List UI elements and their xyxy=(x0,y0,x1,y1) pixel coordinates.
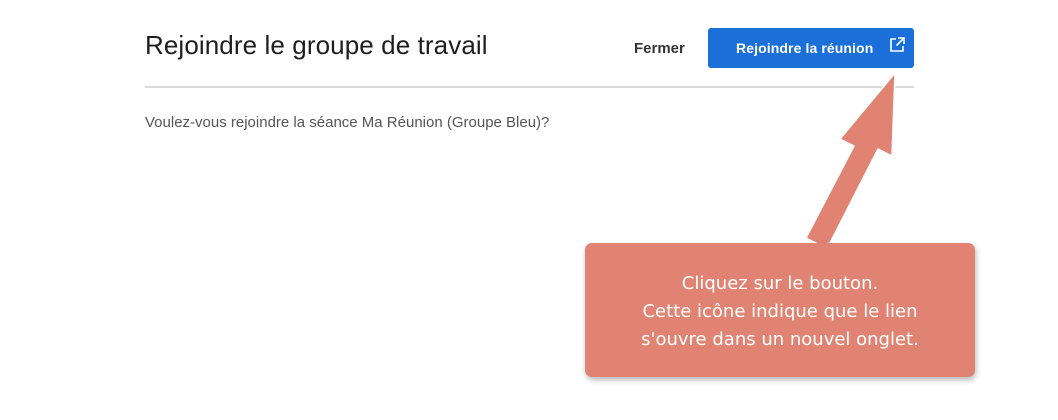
callout-line-3: s'ouvre dans un nouvel onglet. xyxy=(641,329,919,350)
callout-line-2: Cette icône indique que le lien xyxy=(642,301,918,322)
callout-box: Cliquez sur le bouton. Cette icône indiq… xyxy=(585,243,975,377)
callout-line-1: Cliquez sur le bouton. xyxy=(681,273,879,294)
